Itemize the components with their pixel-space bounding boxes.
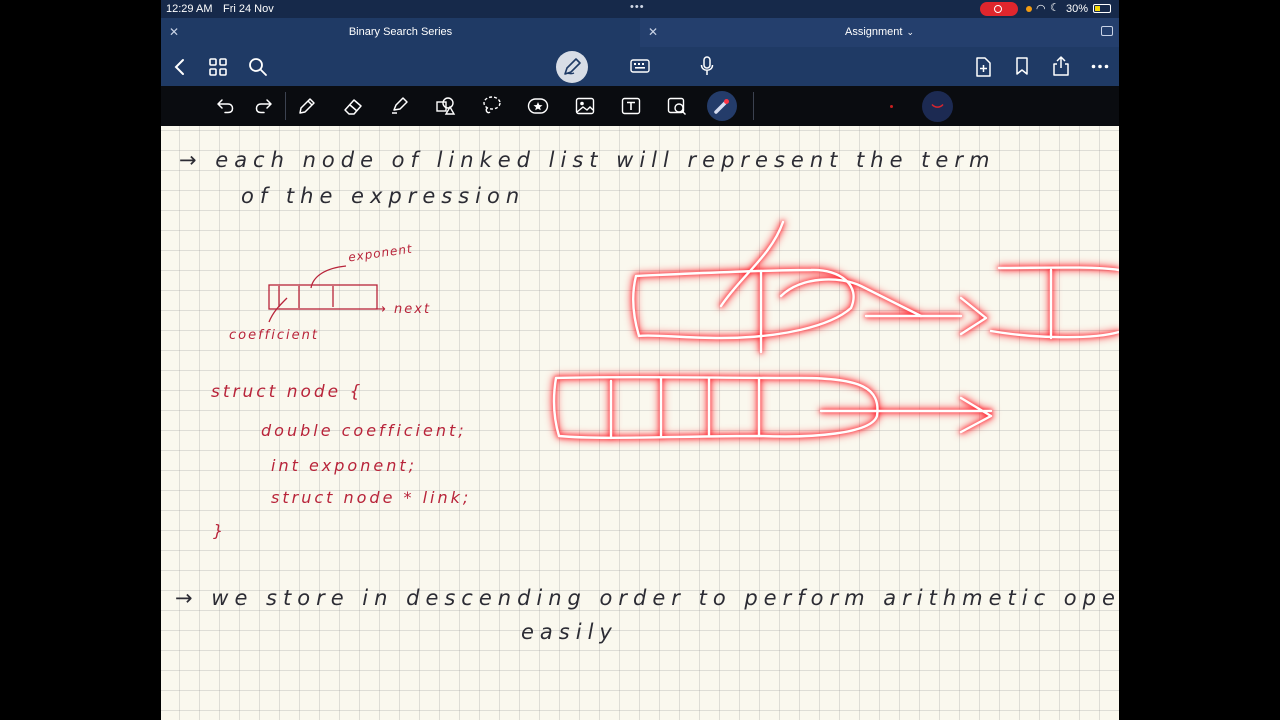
wifi-icon: ◠ (1036, 3, 1046, 15)
status-time: 12:29 AM (166, 3, 213, 15)
mic-in-use-indicator (1026, 6, 1032, 12)
tab-label: Binary Search Series (348, 26, 453, 38)
toolbar-divider (285, 92, 286, 120)
battery-icon (1093, 4, 1111, 13)
split-view-icon[interactable] (1101, 26, 1113, 36)
bookmark-icon[interactable] (1015, 57, 1029, 76)
camera-icon[interactable] (667, 96, 687, 116)
color-swatch-red[interactable] (890, 105, 893, 108)
share-icon[interactable] (1052, 56, 1070, 76)
more-icon[interactable] (1091, 64, 1109, 69)
tab-binary-search-series[interactable]: ✕ Binary Search Series (161, 18, 640, 47)
shapes-icon[interactable] (435, 96, 457, 116)
laser-pointer-trails (552, 220, 1119, 440)
note-canvas[interactable]: → each node of linked list will represen… (161, 126, 1119, 720)
node-diagram-sketch (268, 265, 378, 323)
toolbar-divider (753, 92, 754, 120)
document-toolbar (161, 47, 1119, 86)
tab-assignment[interactable]: ✕ Assignment ⌄ (640, 18, 1119, 47)
textbox-icon[interactable] (621, 97, 641, 115)
search-icon[interactable] (248, 57, 268, 77)
ipad-screen: 12:29 AM Fri 24 Nov ••• ◠ ☾ 30% ✕ Binary… (161, 0, 1119, 720)
keyboard-icon[interactable] (630, 59, 650, 73)
chevron-down-icon[interactable]: ⌄ (906, 27, 914, 37)
image-icon[interactable] (575, 97, 595, 115)
laser-pointer-icon[interactable] (707, 91, 737, 121)
battery-percentage: 30% (1066, 3, 1089, 15)
screen-recording-icon[interactable] (980, 2, 1018, 16)
grid-icon[interactable] (209, 58, 227, 76)
ink-drawings (268, 220, 1119, 440)
redo-icon[interactable] (255, 98, 273, 114)
sticker-icon[interactable] (527, 96, 549, 116)
eraser-icon[interactable] (342, 96, 364, 116)
multitasking-dots-icon[interactable]: ••• (630, 1, 645, 13)
pen-mode-icon[interactable] (556, 51, 588, 83)
tab-label: Assignment (844, 26, 903, 38)
add-page-icon[interactable] (975, 57, 991, 77)
microphone-icon[interactable] (700, 56, 714, 77)
undo-icon[interactable] (216, 98, 234, 114)
status-bar: 12:29 AM Fri 24 Nov ••• ◠ ☾ 30% (161, 0, 1119, 18)
lasso-icon[interactable] (482, 95, 502, 117)
highlighter-icon[interactable] (389, 96, 409, 116)
back-icon[interactable] (173, 58, 187, 76)
status-date: Fri 24 Nov (223, 3, 274, 15)
focus-moon-icon: ☾ (1050, 2, 1060, 14)
color-swatch-navy[interactable] (922, 91, 953, 122)
document-tab-bar: ✕ Binary Search Series ✕ Assignment ⌄ (161, 18, 1119, 47)
pencil-icon[interactable] (297, 96, 317, 116)
drawing-toolbar (161, 86, 1119, 126)
